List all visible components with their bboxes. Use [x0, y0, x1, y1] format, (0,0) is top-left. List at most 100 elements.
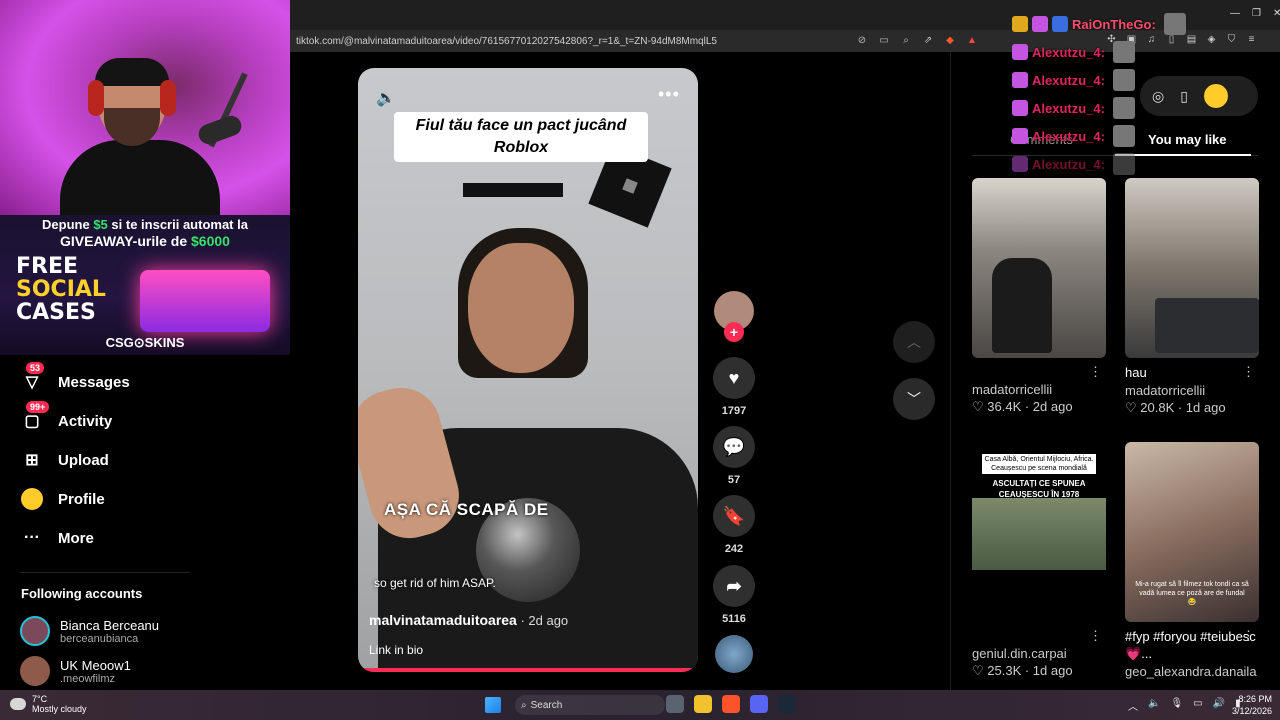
sub-badge-icon	[1012, 72, 1028, 88]
file-explorer-icon[interactable]	[694, 695, 712, 713]
following-account[interactable]: Bianca Berceanu berceanubianca	[20, 616, 159, 646]
sidebar-item-label: Messages	[58, 373, 130, 391]
card-author[interactable]: geo_alexandra.danaila	[1125, 664, 1259, 679]
avatar	[20, 656, 50, 686]
volume-icon[interactable]: 🔊	[1213, 698, 1225, 713]
card-stats: ♡ 36.4K · 2d ago	[972, 399, 1073, 414]
chat-emote	[1112, 125, 1135, 147]
activity-badge: 99+	[26, 401, 50, 413]
follow-plus-button[interactable]: +	[724, 322, 744, 342]
video-thumbnail[interactable]: Casa Albă, Orientul Mijlociu, Africa. Ce…	[972, 442, 1106, 622]
chat-emote	[1112, 97, 1135, 119]
card-author[interactable]: geniul.din.carpai	[972, 646, 1106, 661]
search-icon: ⌕	[521, 699, 527, 711]
close-icon[interactable]: ✕	[1273, 8, 1280, 19]
promo-chest-image	[140, 270, 270, 332]
heart-icon[interactable]: ♥	[713, 357, 755, 399]
chat-username: RaiOnTheGo:	[1072, 16, 1156, 32]
link-in-bio[interactable]: Link in bio	[369, 643, 423, 657]
scribbled-text	[463, 183, 563, 197]
weather-widget[interactable]: 7°C Mostly cloudy	[10, 694, 87, 714]
share-action[interactable]: ➦ 5116	[712, 565, 756, 625]
mute-tab-icon[interactable]: ⊘	[855, 33, 869, 47]
sidebar-item-profile[interactable]: Profile	[20, 487, 105, 511]
mic-icon[interactable]: 🎙	[1170, 698, 1183, 713]
stream-promo-banner: Depune $5 si te inscrii automat la GIVEA…	[0, 215, 290, 355]
discord-icon[interactable]	[750, 695, 768, 713]
like-count: 1797	[721, 405, 747, 417]
avatar	[20, 616, 50, 646]
audio-icon[interactable]: 🔈	[1148, 698, 1160, 713]
share-icon[interactable]: ⇗	[921, 33, 935, 47]
card-author[interactable]: madatorricellii	[1125, 383, 1259, 398]
like-action[interactable]: ♥ 1797	[712, 357, 756, 417]
video-author[interactable]: malvinatamaduitoarea · 2d ago	[369, 612, 568, 628]
sidebar-item-messages[interactable]: ▽ 53 Messages	[20, 362, 130, 394]
next-video-button[interactable]: ﹀	[893, 378, 935, 420]
streamer-torso	[60, 140, 220, 215]
card-more-icon[interactable]: ⋮	[1242, 364, 1255, 380]
sidebar-item-activity[interactable]: ▢ 99+ Activity	[20, 401, 112, 433]
headset-left	[88, 80, 104, 116]
card-more-icon[interactable]: ⋮	[1242, 628, 1255, 644]
volume-icon[interactable]: 🔈	[376, 88, 396, 108]
comment-icon[interactable]: 💬	[713, 426, 755, 468]
zoom-icon[interactable]: ⌕	[899, 33, 913, 47]
card-more-icon[interactable]: ⋮	[1089, 364, 1102, 380]
bookmark-icon[interactable]: 🔖	[713, 495, 755, 537]
cloud-icon	[10, 698, 26, 710]
microphone	[195, 113, 245, 147]
recommended-video-card[interactable]: hau madatorricellii ♡ 20.8K · 1d ago ⋮	[1125, 178, 1259, 416]
card-more-icon[interactable]: ⋮	[1089, 628, 1102, 644]
chat-message: RaiOnTheGo:	[1012, 10, 1252, 38]
chat-username: Alexutzu_4:	[1032, 72, 1105, 88]
comment-action[interactable]: 💬 57	[712, 426, 756, 486]
system-tray: ︿ 🔈 🎙 ▭ 🔊 ▮	[1128, 698, 1241, 713]
headset-right	[160, 80, 176, 116]
recommended-video-card[interactable]: Casa Albă, Orientul Mijlociu, Africa. Ce…	[972, 442, 1106, 679]
comment-count: 57	[727, 474, 741, 486]
account-name: Bianca Berceanu	[60, 617, 160, 633]
steam-icon[interactable]	[778, 695, 796, 713]
previous-video-button[interactable]: ︿	[893, 321, 935, 363]
reader-mode-icon[interactable]: ▭	[877, 33, 891, 47]
sidebar-item-label: Upload	[58, 451, 109, 469]
recommended-video-card[interactable]: madatorricellii ♡ 36.4K · 2d ago ⋮	[972, 178, 1106, 415]
video-thumbnail[interactable]	[1125, 178, 1259, 358]
following-account[interactable]: UK Meoow1 .meowfilmz	[20, 656, 131, 686]
share-arrow-icon[interactable]: ➦	[713, 565, 755, 607]
account-handle: berceanubianca	[60, 632, 139, 645]
brave-icon[interactable]	[722, 695, 740, 713]
weather-desc: Mostly cloudy	[32, 704, 87, 714]
sub-badge-icon	[1012, 156, 1028, 172]
url-text[interactable]: tiktok.com/@malvinatamaduitoarea/video/7…	[296, 36, 717, 47]
card-author[interactable]: madatorricellii	[972, 382, 1106, 397]
save-count: 242	[724, 543, 744, 555]
chevron-up-icon[interactable]: ︿	[1128, 698, 1138, 713]
card-stats: ♡ 25.3K · 1d ago	[972, 663, 1073, 678]
more-options-icon[interactable]: •••	[658, 84, 680, 105]
chat-message: Alexutzu_4:	[1012, 150, 1252, 178]
video-player[interactable]: Fiul tău face un pact jucând Roblox 🔈 ••…	[358, 68, 698, 672]
recommended-video-card[interactable]: Mi-a rugat să îl filmez tok tondi ca să …	[1125, 442, 1259, 679]
sidebar-item-upload[interactable]: ⊞ Upload	[20, 448, 109, 472]
brave-shield-icon[interactable]: ◆	[943, 33, 957, 47]
clock-date: 3/12/2026	[1231, 706, 1272, 716]
taskbar-search[interactable]: ⌕ Search	[515, 695, 665, 715]
rewards-icon[interactable]: ▲	[965, 33, 979, 47]
video-thumbnail[interactable]	[972, 178, 1106, 358]
save-action[interactable]: 🔖 242	[712, 495, 756, 555]
share-count: 5116	[722, 613, 746, 625]
taskbar-clock[interactable]: 8:26 PM 3/12/2026	[1228, 693, 1272, 717]
chat-message: Alexutzu_4:	[1012, 66, 1252, 94]
start-button[interactable]	[485, 697, 501, 713]
music-disc[interactable]	[715, 635, 753, 673]
maximize-icon[interactable]: ❐	[1252, 8, 1261, 19]
activity-icon: ▢ 99+	[20, 401, 50, 433]
sidebar-item-more[interactable]: ··· More	[20, 526, 94, 550]
video-thumbnail[interactable]: Mi-a rugat să îl filmez tok tondi ca să …	[1125, 442, 1259, 622]
network-icon[interactable]: ▭	[1193, 698, 1202, 713]
video-progress-bar[interactable]	[358, 668, 698, 672]
task-view-icon[interactable]	[666, 695, 684, 713]
promo-line-2: GIVEAWAY-urile de $6000	[60, 233, 230, 249]
